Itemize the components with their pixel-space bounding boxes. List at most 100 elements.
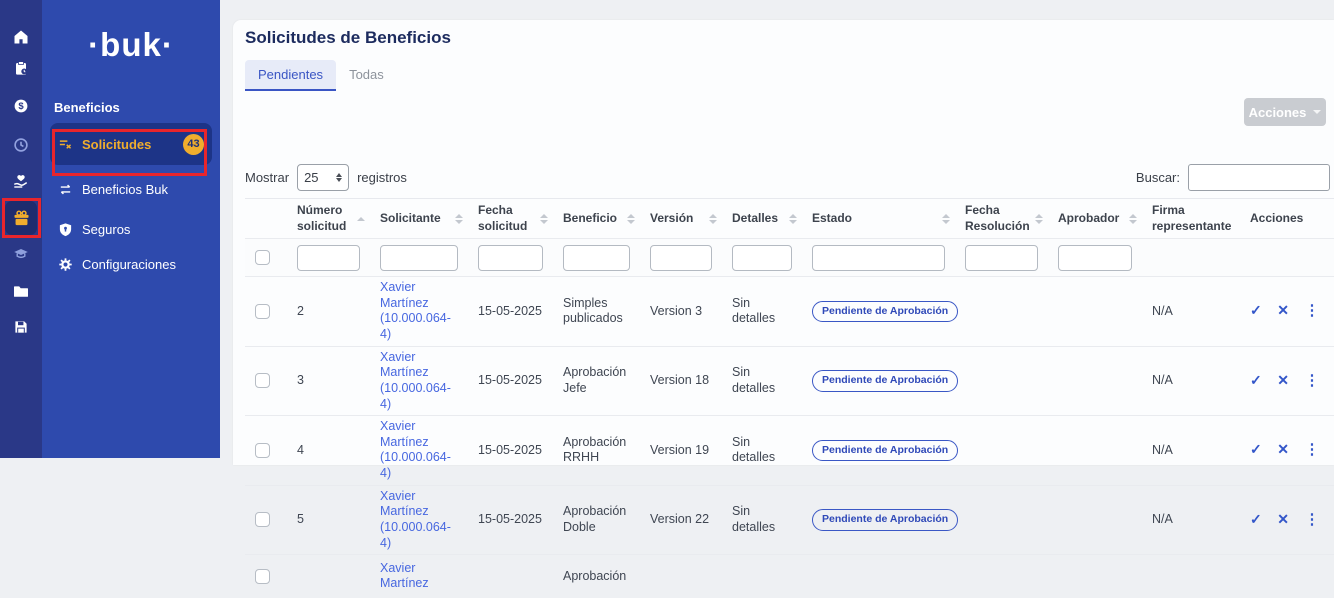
history-clock-icon[interactable] [13, 137, 29, 153]
cell-firma: N/A [1142, 277, 1240, 347]
solicitante-link[interactable]: Xavier Martínez(10.000.064-4) [380, 280, 451, 341]
cell-aprobador [1048, 485, 1142, 555]
page-size-select[interactable]: 25 [297, 164, 349, 191]
solicitante-link[interactable]: Xavier Martínez(10.000.064-4) [380, 489, 451, 550]
more-actions-kebab-icon[interactable]: ⋮ [1304, 302, 1319, 319]
cell-solicitante: Xavier Martínez [370, 555, 468, 598]
benefits-gift-rail-tile[interactable] [5, 201, 37, 235]
approve-check-icon[interactable]: ✓ [1250, 302, 1262, 318]
filter-fecha-input[interactable] [478, 245, 543, 271]
svg-text:$: $ [18, 101, 24, 112]
save-disk-icon[interactable] [13, 319, 29, 335]
tab-todas[interactable]: Todas [336, 60, 397, 91]
col-header-estado[interactable]: Estado [802, 199, 955, 239]
search-label: Buscar: [1136, 170, 1180, 185]
solicitante-link[interactable]: Xavier Martínez [380, 561, 429, 591]
row-checkbox[interactable] [255, 373, 270, 388]
graduation-cap-icon[interactable] [13, 246, 29, 262]
sidebar-item-configuraciones[interactable]: Configuraciones [50, 246, 212, 282]
sidebar-item-label: Configuraciones [82, 257, 176, 272]
col-header-beneficio[interactable]: Beneficio [553, 199, 640, 239]
request-list-icon [58, 137, 73, 152]
tab-pendientes[interactable]: Pendientes [245, 60, 336, 91]
sidebar-item-label: Beneficios Buk [82, 182, 168, 197]
cell-fecha: 15-05-2025 [468, 416, 553, 486]
filter-estado-input[interactable] [812, 245, 945, 271]
col-header-version[interactable]: Versión [640, 199, 722, 239]
clipboard-clock-icon[interactable] [13, 60, 29, 76]
updown-carets-icon [336, 173, 342, 182]
filter-detalles-input[interactable] [732, 245, 792, 271]
cell-numero: 2 [287, 277, 370, 347]
row-checkbox[interactable] [255, 443, 270, 458]
filter-beneficio-input[interactable] [563, 245, 630, 271]
col-header-detalles[interactable]: Detalles [722, 199, 802, 239]
approve-check-icon[interactable]: ✓ [1250, 511, 1262, 527]
cell-detalles: Sin detalles [722, 346, 802, 416]
approve-check-icon[interactable]: ✓ [1250, 372, 1262, 388]
cell-numero: 4 [287, 416, 370, 486]
search-input[interactable] [1188, 164, 1330, 191]
cell-detalles: Sin detalles [722, 485, 802, 555]
cell-version: Version 18 [640, 346, 722, 416]
table-row: 4 Xavier Martínez(10.000.064-4) 15-05-20… [245, 416, 1334, 486]
row-checkbox[interactable] [255, 569, 270, 584]
cell-acciones: ✓ ✕ ⋮ [1240, 277, 1334, 347]
filter-solicitante-input[interactable] [380, 245, 458, 271]
benefits-gift-icon [13, 210, 30, 227]
cell-firma [1142, 555, 1240, 598]
sidebar-item-beneficios-buk[interactable]: Beneficios Buk [50, 171, 212, 207]
records-label: registros [357, 170, 407, 185]
solicitante-link[interactable]: Xavier Martínez(10.000.064-4) [380, 419, 451, 480]
filter-version-input[interactable] [650, 245, 712, 271]
cell-fecha: 15-05-2025 [468, 485, 553, 555]
home-icon[interactable] [13, 29, 29, 45]
more-actions-kebab-icon[interactable]: ⋮ [1304, 372, 1319, 389]
more-actions-kebab-icon[interactable]: ⋮ [1304, 441, 1319, 458]
cell-firma: N/A [1142, 346, 1240, 416]
more-actions-kebab-icon[interactable]: ⋮ [1304, 511, 1319, 528]
solicitudes-table: Número solicitud Solicitante Fecha solic… [245, 198, 1334, 598]
row-checkbox[interactable] [255, 304, 270, 319]
sidebar-item-label: Seguros [82, 222, 130, 237]
reject-x-icon[interactable]: ✕ [1277, 511, 1289, 527]
row-checkbox[interactable] [255, 512, 270, 527]
status-badge: Pendiente de Aprobación [812, 301, 958, 322]
cell-numero: 3 [287, 346, 370, 416]
filter-aprobador-input[interactable] [1058, 245, 1132, 271]
reject-x-icon[interactable]: ✕ [1277, 302, 1289, 318]
table-header-row: Número solicitud Solicitante Fecha solic… [245, 199, 1334, 239]
cell-fecha-resolucion [955, 555, 1048, 598]
col-header-numero[interactable]: Número solicitud [287, 199, 370, 239]
cell-acciones [1240, 555, 1334, 598]
cell-version: Version 19 [640, 416, 722, 486]
sidebar-item-solicitudes[interactable]: Solicitudes 43 [50, 123, 212, 165]
col-header-fecha-solicitud[interactable]: Fecha solicitud [468, 199, 553, 239]
cell-beneficio: Aprobación [553, 555, 640, 598]
cell-acciones: ✓ ✕ ⋮ [1240, 346, 1334, 416]
select-all-checkbox[interactable] [255, 250, 270, 265]
cell-firma: N/A [1142, 416, 1240, 486]
reject-x-icon[interactable]: ✕ [1277, 372, 1289, 388]
reject-x-icon[interactable]: ✕ [1277, 441, 1289, 457]
solicitante-link[interactable]: Xavier Martínez(10.000.064-4) [380, 350, 451, 411]
sidebar-item-seguros[interactable]: Seguros [50, 211, 212, 247]
cell-aprobador [1048, 346, 1142, 416]
sidebar: ·buk· Beneficios Solicitudes 43 Benefici… [42, 0, 220, 458]
icon-rail: $ [0, 0, 42, 458]
acciones-button[interactable]: Acciones [1244, 98, 1326, 126]
cell-estado: Pendiente de Aprobación [802, 485, 955, 555]
cell-estado: Pendiente de Aprobación [802, 346, 955, 416]
approve-check-icon[interactable]: ✓ [1250, 441, 1262, 457]
filter-fecha-resolucion-input[interactable] [965, 245, 1038, 271]
hand-heart-icon[interactable] [13, 173, 29, 189]
cell-estado [802, 555, 955, 598]
cell-acciones: ✓ ✕ ⋮ [1240, 485, 1334, 555]
filter-numero-input[interactable] [297, 245, 360, 271]
solicitudes-count-badge: 43 [183, 134, 204, 155]
col-header-fecha-resolucion[interactable]: Fecha Resolución [955, 199, 1048, 239]
payments-dollar-icon[interactable]: $ [13, 98, 29, 114]
folder-icon[interactable] [13, 283, 29, 299]
col-header-solicitante[interactable]: Solicitante [370, 199, 468, 239]
col-header-aprobador[interactable]: Aprobador [1048, 199, 1142, 239]
